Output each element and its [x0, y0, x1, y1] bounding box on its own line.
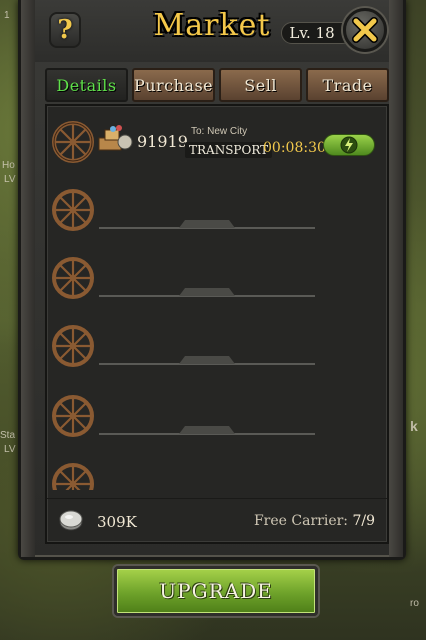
- details-panel: 91919 To: New City TRANSPORT 00:08:30 30…: [45, 104, 389, 544]
- transport-type: TRANSPORT: [185, 142, 273, 158]
- silver-coin-icon: [59, 510, 83, 531]
- wagon-wheel-icon: [52, 257, 94, 299]
- tab-purchase[interactable]: Purchase: [131, 68, 216, 102]
- tab-trade[interactable]: Trade: [306, 68, 390, 102]
- map-label: Ho: [2, 160, 15, 171]
- free-carrier-label: Free Carrier:: [253, 513, 349, 529]
- wagon-wheel-icon: [52, 189, 94, 231]
- empty-slot-line: [99, 486, 315, 490]
- map-label: LV: [4, 174, 16, 185]
- map-label: LV: [4, 444, 16, 455]
- map-label: Sta: [0, 430, 16, 441]
- carrier-slot-active[interactable]: 91919 To: New City TRANSPORT 00:08:30: [51, 120, 381, 168]
- carrier-slot-empty: [51, 394, 381, 442]
- cargo-goods-icon: [98, 125, 133, 151]
- frame-right: [389, 0, 403, 557]
- wagon-wheel-icon: [52, 121, 94, 163]
- map-label: 1: [4, 10, 10, 21]
- wagon-wheel-icon: [52, 395, 94, 437]
- empty-slot-line: [99, 288, 315, 297]
- tab-sell[interactable]: Sell: [219, 68, 303, 102]
- carrier-list[interactable]: 91919 To: New City TRANSPORT 00:08:30: [47, 110, 387, 490]
- silver-amount: 309K: [97, 513, 137, 531]
- market-tabs: Details Purchase Sell Trade: [45, 68, 390, 104]
- carrier-slot-empty: [51, 324, 381, 372]
- free-carrier-value: 7/9: [352, 513, 375, 529]
- speed-up-button[interactable]: [323, 134, 375, 156]
- carrier-slot-empty: [51, 256, 381, 304]
- carrier-slot-empty: [51, 188, 381, 236]
- tab-details[interactable]: Details: [45, 68, 128, 102]
- close-button[interactable]: [343, 8, 387, 52]
- level-badge: Lv. 18: [281, 22, 353, 44]
- transport-destination: To: New City: [191, 126, 248, 137]
- carrier-slot-empty: [51, 462, 381, 490]
- transport-amount: 91919: [137, 132, 188, 151]
- upgrade-button[interactable]: UPGRADE: [114, 566, 318, 616]
- wagon-wheel-icon: [52, 463, 94, 490]
- market-window: ? Market Lv. 18 Details Purchase Sell Tr…: [18, 0, 406, 560]
- map-label: k: [410, 418, 418, 434]
- frame-left: [21, 0, 35, 557]
- empty-slot-line: [99, 220, 315, 229]
- panel-footer: 309K Free Carrier: 7/9: [47, 498, 387, 542]
- empty-slot-line: [99, 356, 315, 365]
- transport-timer: 00:08:30: [263, 140, 326, 156]
- free-carrier: Free Carrier: 7/9: [254, 513, 375, 529]
- lightning-icon: [340, 136, 358, 154]
- wagon-wheel-icon: [52, 325, 94, 367]
- empty-slot-line: [99, 426, 315, 435]
- map-label: ro: [410, 598, 419, 609]
- close-icon: [352, 17, 378, 43]
- window-header: ? Market Lv. 18: [35, 0, 389, 62]
